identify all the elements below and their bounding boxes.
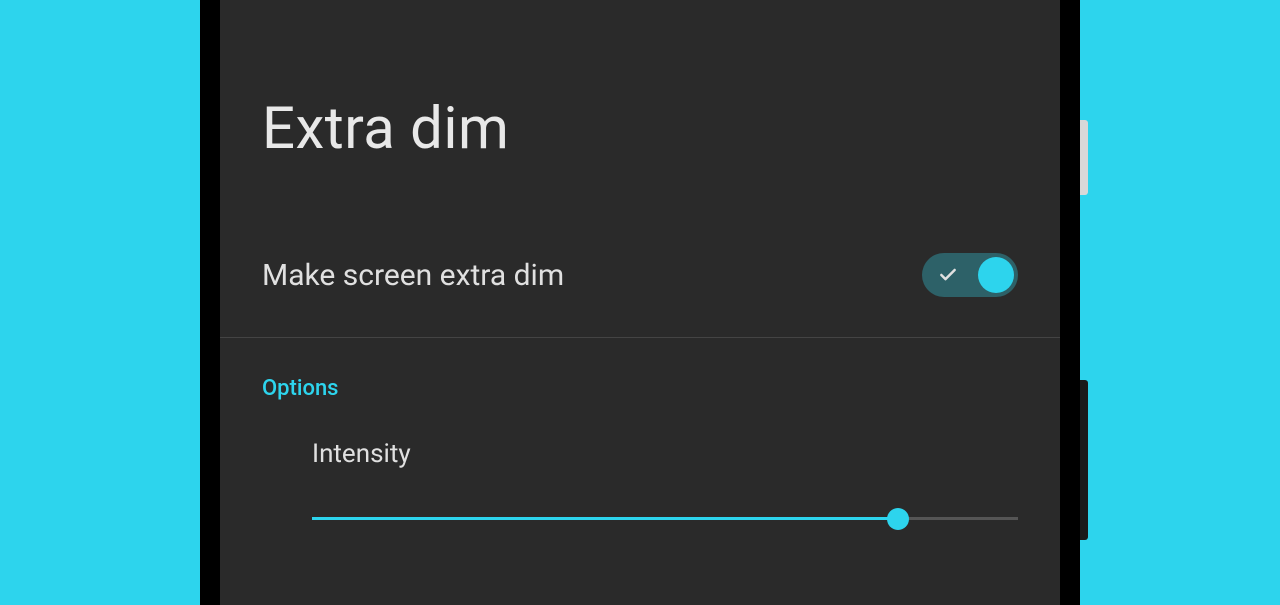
toggle-label: Make screen extra dim xyxy=(262,258,564,293)
page-title: Extra dim xyxy=(220,0,1060,163)
intensity-container: Intensity xyxy=(220,401,1060,529)
slider-fill xyxy=(312,517,898,520)
slider-thumb[interactable] xyxy=(887,508,909,530)
phone-frame: Extra dim Make screen extra dim Options … xyxy=(200,0,1080,605)
power-button xyxy=(1080,120,1088,195)
toggle-thumb xyxy=(978,257,1014,293)
options-section-header: Options xyxy=(220,338,1060,401)
extra-dim-toggle[interactable] xyxy=(922,253,1018,297)
intensity-label: Intensity xyxy=(312,439,1018,469)
intensity-slider[interactable] xyxy=(312,509,1018,529)
extra-dim-toggle-row[interactable]: Make screen extra dim xyxy=(220,163,1060,337)
check-icon xyxy=(938,265,958,285)
volume-button xyxy=(1080,380,1088,540)
screen: Extra dim Make screen extra dim Options … xyxy=(220,0,1060,605)
